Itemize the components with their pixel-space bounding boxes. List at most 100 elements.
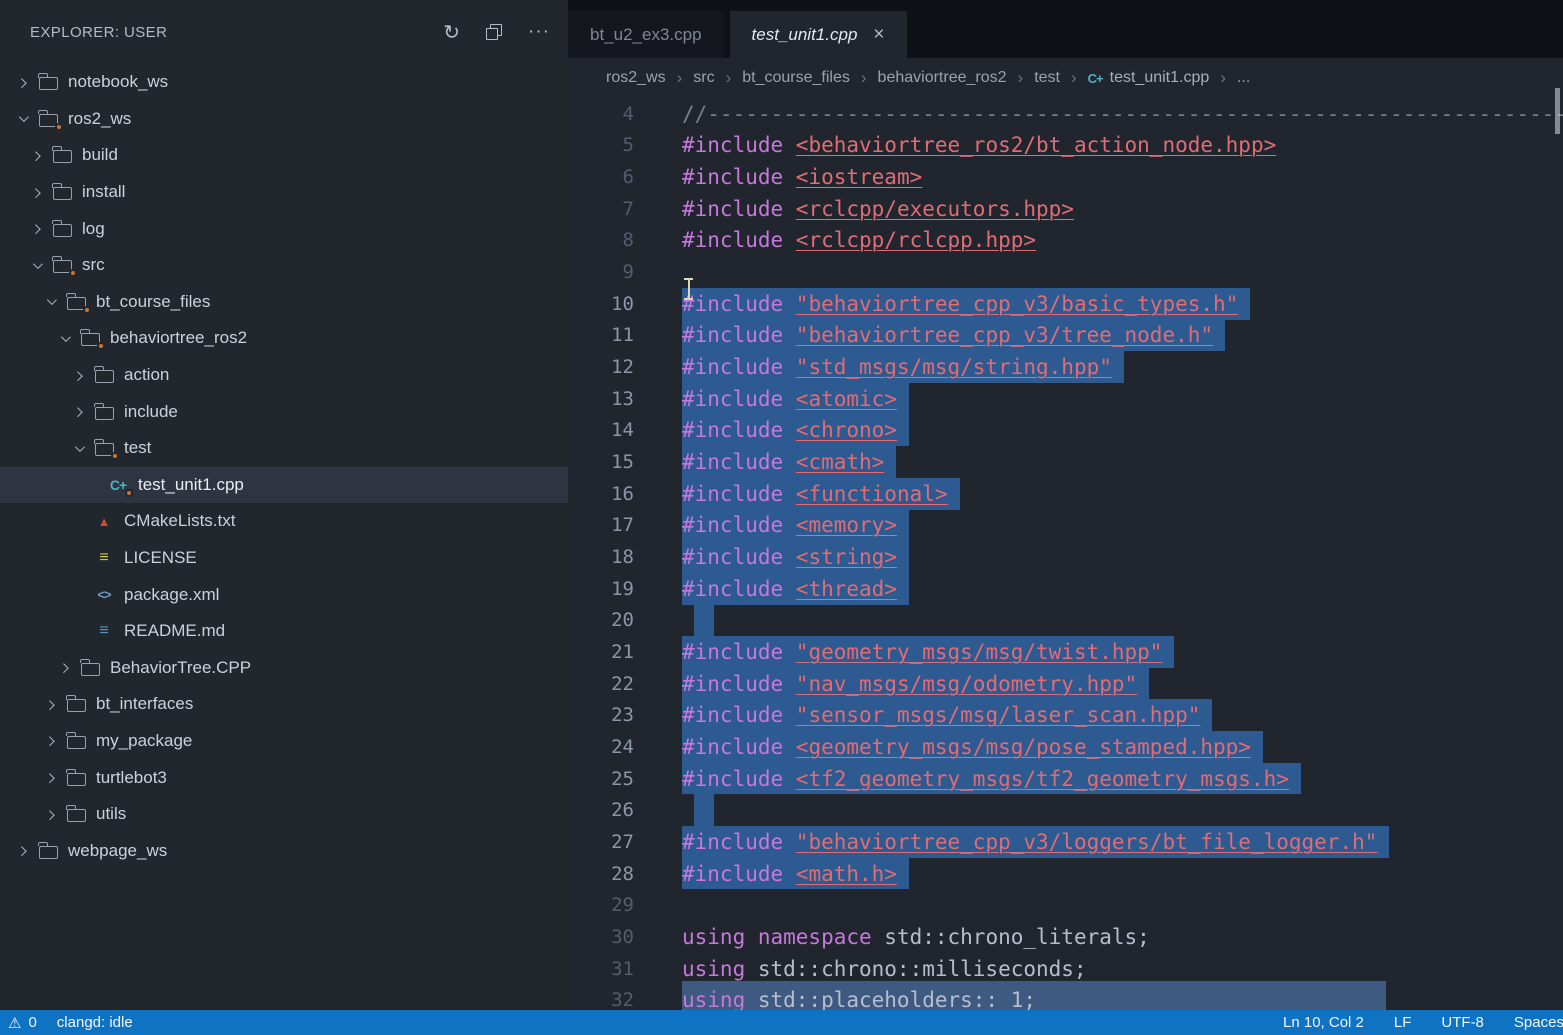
- line-number[interactable]: 29: [568, 894, 660, 916]
- problems-indicator[interactable]: ⚠ 0: [8, 1014, 37, 1032]
- code-line-7[interactable]: 7#include <rclcpp/executors.hpp>: [568, 193, 1563, 225]
- tree-item-install[interactable]: install: [0, 174, 568, 211]
- chevron-right-icon[interactable]: [40, 811, 60, 818]
- code-line-9[interactable]: 9: [568, 256, 1563, 288]
- tree-item-bt_course_files[interactable]: bt_course_files: [0, 284, 568, 321]
- tree-item-include[interactable]: include: [0, 393, 568, 430]
- tree-item-LICENSE[interactable]: ≡LICENSE: [0, 540, 568, 577]
- line-number[interactable]: 6: [568, 166, 660, 188]
- tree-item-BehaviorTree.CPP[interactable]: BehaviorTree.CPP: [0, 650, 568, 687]
- breadcrumb-file[interactable]: C+ test_unit1.cpp: [1088, 69, 1210, 87]
- code-line-26[interactable]: 26: [568, 794, 1563, 826]
- line-number[interactable]: 27: [568, 831, 660, 853]
- breadcrumb-item-test[interactable]: test: [1034, 69, 1060, 87]
- tree-item-utils[interactable]: utils: [0, 796, 568, 833]
- chevron-right-icon[interactable]: [54, 664, 74, 671]
- code-line-5[interactable]: 5#include <behaviortree_ros2/bt_action_n…: [568, 130, 1563, 162]
- code-line-23[interactable]: 23#include "sensor_msgs/msg/laser_scan.h…: [568, 699, 1563, 731]
- code-line-12[interactable]: 12#include "std_msgs/msg/string.hpp": [568, 351, 1563, 383]
- line-number[interactable]: 14: [568, 419, 660, 441]
- tab-bt_u2_ex3-cpp[interactable]: bt_u2_ex3.cpp: [568, 11, 724, 58]
- tree-item-bt_interfaces[interactable]: bt_interfaces: [0, 686, 568, 723]
- code-line-19[interactable]: 19#include <thread>: [568, 573, 1563, 605]
- code-line-8[interactable]: 8#include <rclcpp/rclcpp.hpp>: [568, 225, 1563, 257]
- tree-item-test_unit1.cpp[interactable]: C+test_unit1.cpp: [0, 467, 568, 504]
- chevron-right-icon[interactable]: [40, 774, 60, 781]
- chevron-down-icon[interactable]: [12, 115, 32, 122]
- code-line-25[interactable]: 25#include <tf2_geometry_msgs/tf2_geomet…: [568, 763, 1563, 795]
- code-line-29[interactable]: 29: [568, 889, 1563, 921]
- line-number[interactable]: 22: [568, 673, 660, 695]
- code-line-15[interactable]: 15#include <cmath>: [568, 446, 1563, 478]
- code-line-10[interactable]: 10#include "behaviortree_cpp_v3/basic_ty…: [568, 288, 1563, 320]
- code-line-4[interactable]: 4//-------------------------------------…: [568, 98, 1563, 130]
- tab-test_unit1-cpp[interactable]: test_unit1.cpp ×: [730, 11, 907, 58]
- code-line-24[interactable]: 24#include <geometry_msgs/msg/pose_stamp…: [568, 731, 1563, 763]
- line-number[interactable]: 4: [568, 103, 660, 125]
- chevron-right-icon[interactable]: [26, 225, 46, 232]
- code-line-21[interactable]: 21#include "geometry_msgs/msg/twist.hpp": [568, 636, 1563, 668]
- line-number[interactable]: 23: [568, 704, 660, 726]
- open-editors-icon[interactable]: [486, 24, 502, 40]
- encoding-indicator[interactable]: UTF-8: [1441, 1014, 1484, 1031]
- tree-item-ros2_ws[interactable]: ros2_ws: [0, 101, 568, 138]
- line-number[interactable]: 10: [568, 293, 660, 315]
- tree-item-README.md[interactable]: ≡README.md: [0, 613, 568, 650]
- chevron-right-icon[interactable]: [68, 408, 88, 415]
- code-line-14[interactable]: 14#include <chrono>: [568, 415, 1563, 447]
- line-number[interactable]: 31: [568, 958, 660, 980]
- breadcrumb-item-ros2_ws[interactable]: ros2_ws: [606, 69, 666, 87]
- tree-item-turtlebot3[interactable]: turtlebot3: [0, 759, 568, 796]
- line-number[interactable]: 8: [568, 229, 660, 251]
- line-number[interactable]: 12: [568, 356, 660, 378]
- line-number[interactable]: 19: [568, 578, 660, 600]
- chevron-right-icon[interactable]: [26, 189, 46, 196]
- breadcrumb-item-bt_course_files[interactable]: bt_course_files: [742, 69, 850, 87]
- tree-item-behaviortree_ros2[interactable]: behaviortree_ros2: [0, 320, 568, 357]
- tree-item-my_package[interactable]: my_package: [0, 723, 568, 760]
- code-line-16[interactable]: 16#include <functional>: [568, 478, 1563, 510]
- tree-item-action[interactable]: action: [0, 357, 568, 394]
- line-number[interactable]: 30: [568, 926, 660, 948]
- vertical-scrollbar[interactable]: [1555, 88, 1560, 134]
- code-line-11[interactable]: 11#include "behaviortree_cpp_v3/tree_nod…: [568, 320, 1563, 352]
- chevron-right-icon[interactable]: [12, 79, 32, 86]
- line-number[interactable]: 17: [568, 514, 660, 536]
- tree-item-CMakeLists.txt[interactable]: ▲CMakeLists.txt: [0, 503, 568, 540]
- code-line-27[interactable]: 27#include "behaviortree_cpp_v3/loggers/…: [568, 826, 1563, 858]
- code-line-30[interactable]: 30using namespace std::chrono_literals;: [568, 921, 1563, 953]
- chevron-right-icon[interactable]: [40, 737, 60, 744]
- line-number[interactable]: 25: [568, 768, 660, 790]
- chevron-right-icon[interactable]: [26, 152, 46, 159]
- close-icon[interactable]: ×: [873, 24, 884, 46]
- tree-item-log[interactable]: log: [0, 210, 568, 247]
- line-number[interactable]: 21: [568, 641, 660, 663]
- line-number[interactable]: 7: [568, 198, 660, 220]
- indentation-indicator[interactable]: Spaces: [1514, 1014, 1563, 1031]
- code-line-18[interactable]: 18#include <string>: [568, 541, 1563, 573]
- line-number[interactable]: 5: [568, 134, 660, 156]
- breadcrumb-item-behaviortree_ros2[interactable]: behaviortree_ros2: [878, 69, 1007, 87]
- chevron-right-icon[interactable]: [12, 847, 32, 854]
- tree-item-package.xml[interactable]: <>package.xml: [0, 576, 568, 613]
- chevron-down-icon[interactable]: [26, 262, 46, 269]
- chevron-right-icon[interactable]: [68, 372, 88, 379]
- line-number[interactable]: 20: [568, 609, 660, 631]
- tree-item-test[interactable]: test: [0, 430, 568, 467]
- line-number[interactable]: 32: [568, 989, 660, 1010]
- cursor-position[interactable]: Ln 10, Col 2: [1283, 1014, 1364, 1031]
- line-number[interactable]: 13: [568, 388, 660, 410]
- chevron-right-icon[interactable]: [40, 701, 60, 708]
- code-line-22[interactable]: 22#include "nav_msgs/msg/odometry.hpp": [568, 668, 1563, 700]
- breadcrumb-more[interactable]: ...: [1237, 69, 1250, 87]
- tree-item-notebook_ws[interactable]: notebook_ws: [0, 64, 568, 101]
- code-line-32[interactable]: 32using std::placeholders::_1;: [568, 984, 1563, 1010]
- code-line-13[interactable]: 13#include <atomic>: [568, 383, 1563, 415]
- tree-item-src[interactable]: src: [0, 247, 568, 284]
- eol-indicator[interactable]: LF: [1394, 1014, 1412, 1031]
- code-line-17[interactable]: 17#include <memory>: [568, 510, 1563, 542]
- chevron-down-icon[interactable]: [68, 445, 88, 452]
- line-number[interactable]: 16: [568, 483, 660, 505]
- tree-item-webpage_ws[interactable]: webpage_ws: [0, 832, 568, 869]
- line-number[interactable]: 28: [568, 863, 660, 885]
